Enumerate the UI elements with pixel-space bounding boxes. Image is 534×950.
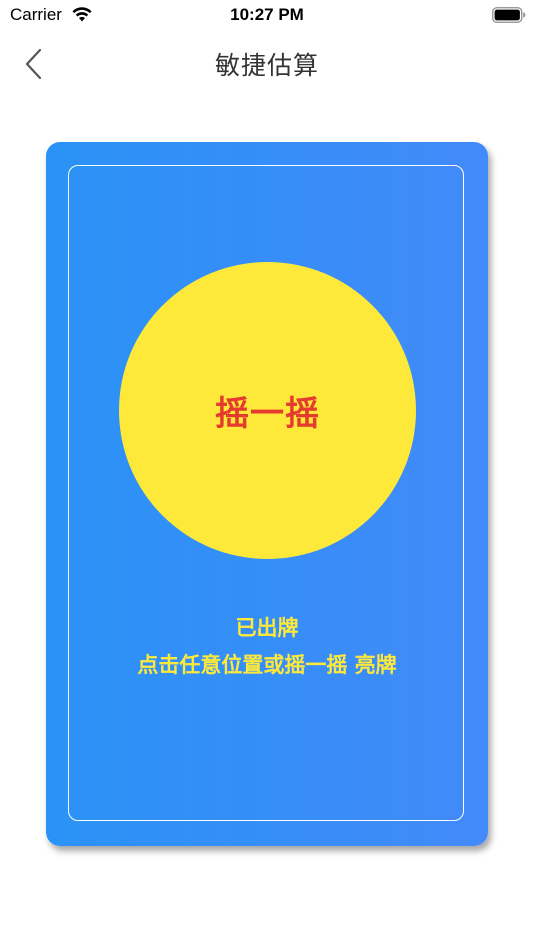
card-hint-text: 点击任意位置或摇一摇 亮牌 bbox=[137, 653, 397, 677]
page-title: 敏捷估算 bbox=[214, 51, 319, 80]
screen: Carrier 10:27 PM 敏捷估算 摇一摇 已出牌 点击任意位置或摇一摇… bbox=[0, 0, 534, 950]
status-bar: Carrier 10:27 PM bbox=[0, 0, 534, 30]
estimation-card[interactable]: 摇一摇 已出牌 点击任意位置或摇一摇 亮牌 bbox=[46, 142, 488, 846]
battery-icon bbox=[492, 7, 526, 23]
shake-circle[interactable]: 摇一摇 bbox=[119, 262, 416, 559]
status-time: 10:27 PM bbox=[230, 5, 304, 24]
shake-label: 摇一摇 bbox=[215, 394, 320, 434]
nav-bar: 敏捷估算 bbox=[0, 30, 534, 96]
card-status-text: 已出牌 bbox=[235, 616, 299, 640]
